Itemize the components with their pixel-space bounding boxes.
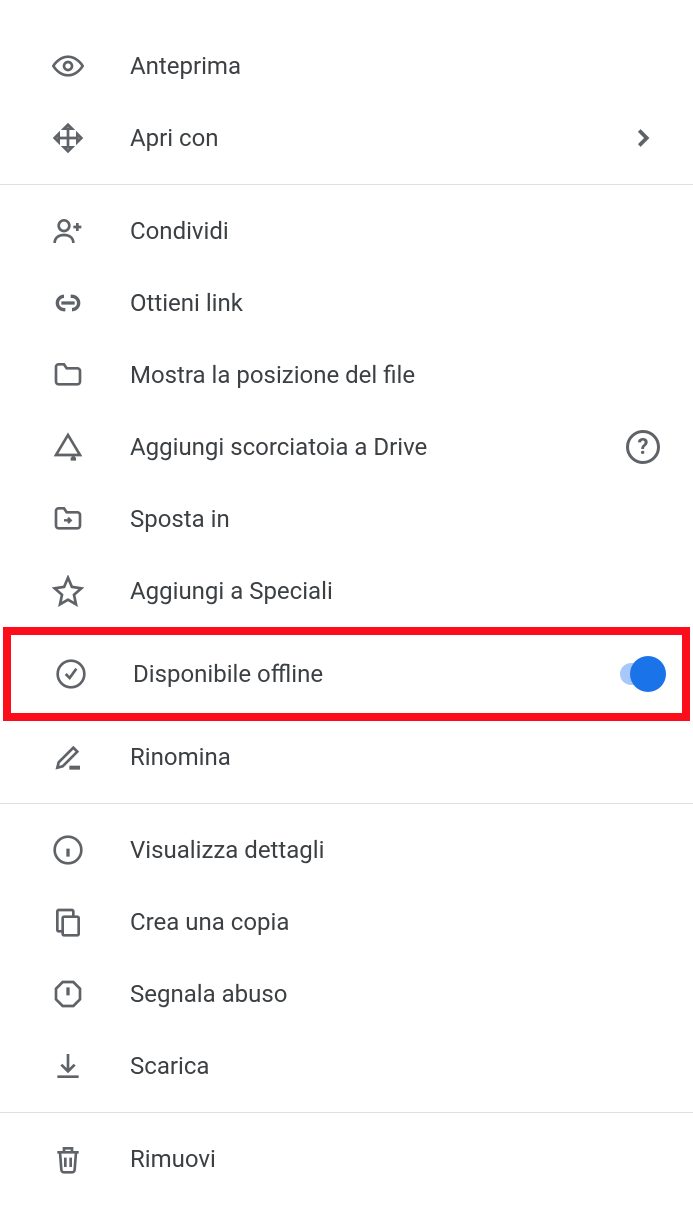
menu-item-preview[interactable]: Anteprima: [0, 30, 693, 102]
menu-item-label: Crea una copia: [130, 908, 663, 936]
menu-item-view-details[interactable]: Visualizza dettagli: [0, 814, 693, 886]
menu-item-label: Mostra la posizione del file: [130, 361, 663, 389]
menu-item-label: Condividi: [130, 217, 663, 245]
menu-item-show-location[interactable]: Mostra la posizione del file: [0, 339, 693, 411]
menu-item-available-offline[interactable]: Disponibile offline: [11, 635, 682, 713]
menu-item-open-with[interactable]: Apri con: [0, 102, 693, 174]
menu-group-4: Rimuovi: [0, 1113, 693, 1205]
menu-item-label: Aggiungi a Speciali: [130, 577, 663, 605]
menu-item-move-to[interactable]: Sposta in: [0, 483, 693, 555]
menu-group-3: Visualizza dettagli Crea una copia Segna…: [0, 804, 693, 1113]
download-icon: [50, 1048, 86, 1084]
link-icon: [50, 285, 86, 321]
menu-item-label: Sposta in: [130, 505, 663, 533]
menu-item-make-copy[interactable]: Crea una copia: [0, 886, 693, 958]
menu-item-report-abuse[interactable]: Segnala abuso: [0, 958, 693, 1030]
menu-item-label: Scarica: [130, 1052, 663, 1080]
menu-item-label: Disponibile offline: [133, 660, 620, 688]
context-menu: Anteprima Apri con Condividi Ottieni lin…: [0, 0, 693, 1225]
menu-item-label: Rimuovi: [130, 1145, 663, 1173]
folder-icon: [50, 357, 86, 393]
menu-group-2: Condividi Ottieni link Mostra la posizio…: [0, 185, 693, 804]
folder-move-icon: [50, 501, 86, 537]
person-add-icon: [50, 213, 86, 249]
menu-item-share[interactable]: Condividi: [0, 195, 693, 267]
help-icon[interactable]: ?: [623, 430, 663, 464]
menu-item-add-shortcut[interactable]: Aggiungi scorciatoia a Drive ?: [0, 411, 693, 483]
menu-item-download[interactable]: Scarica: [0, 1030, 693, 1102]
pencil-icon: [50, 739, 86, 775]
chevron-right-icon: [623, 123, 663, 153]
menu-item-remove[interactable]: Rimuovi: [0, 1123, 693, 1195]
menu-item-label: Aggiungi scorciatoia a Drive: [130, 433, 623, 461]
copy-icon: [50, 904, 86, 940]
menu-item-rename[interactable]: Rinomina: [0, 721, 693, 793]
highlight-available-offline: Disponibile offline: [3, 627, 690, 721]
menu-item-label: Anteprima: [130, 52, 663, 80]
menu-item-label: Ottieni link: [130, 289, 663, 317]
menu-item-label: Rinomina: [130, 743, 663, 771]
eye-icon: [50, 48, 86, 84]
trash-icon: [50, 1141, 86, 1177]
offline-check-icon: [53, 656, 89, 692]
menu-item-label: Segnala abuso: [130, 980, 663, 1008]
report-icon: [50, 976, 86, 1012]
move-arrows-icon: [50, 120, 86, 156]
offline-toggle[interactable]: [620, 663, 660, 685]
menu-item-label: Visualizza dettagli: [130, 836, 663, 864]
menu-group-1: Anteprima Apri con: [0, 20, 693, 185]
info-icon: [50, 832, 86, 868]
menu-item-label: Apri con: [130, 124, 623, 152]
menu-item-get-link[interactable]: Ottieni link: [0, 267, 693, 339]
star-icon: [50, 573, 86, 609]
menu-item-add-star[interactable]: Aggiungi a Speciali: [0, 555, 693, 627]
drive-shortcut-icon: [50, 429, 86, 465]
